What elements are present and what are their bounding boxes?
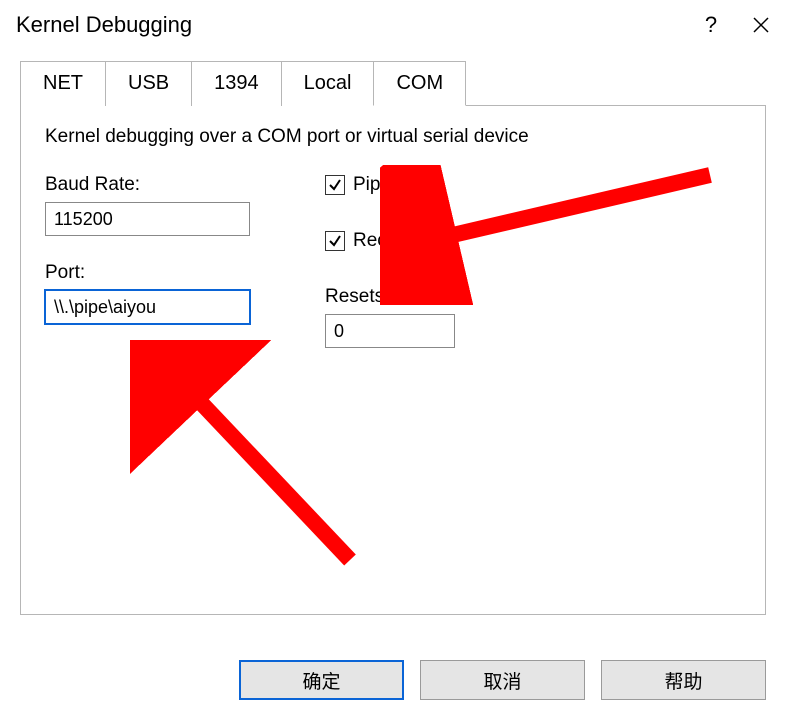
window-titlebar: Kernel Debugging ? <box>0 0 786 50</box>
tab-local[interactable]: Local <box>281 61 375 106</box>
pipe-checkbox[interactable] <box>325 175 345 195</box>
port-field: Port: <box>45 262 265 324</box>
port-label: Port: <box>45 262 265 284</box>
resets-field: Resets: <box>325 286 455 348</box>
tab-com[interactable]: COM <box>373 61 466 106</box>
panel-description: Kernel debugging over a COM port or virt… <box>45 126 741 148</box>
tab-usb[interactable]: USB <box>105 61 192 106</box>
baud-rate-label: Baud Rate: <box>45 174 265 196</box>
reconnect-checkbox[interactable] <box>325 231 345 251</box>
tab-net[interactable]: NET <box>20 61 106 106</box>
close-icon[interactable] <box>736 0 786 50</box>
right-column: Pipe Reconnect Resets: <box>325 174 455 374</box>
port-input[interactable] <box>45 290 250 324</box>
tab-1394[interactable]: 1394 <box>191 61 282 106</box>
resets-label: Resets: <box>325 286 455 308</box>
com-tab-panel: Kernel debugging over a COM port or virt… <box>20 105 766 615</box>
question-icon[interactable]: ? <box>686 0 736 50</box>
left-column: Baud Rate: Port: <box>45 174 265 374</box>
resets-input[interactable] <box>325 314 455 348</box>
reconnect-label: Reconnect <box>353 230 444 252</box>
pipe-label: Pipe <box>353 174 391 196</box>
dialog-content: NET USB 1394 Local COM Kernel debugging … <box>0 50 786 615</box>
form-columns: Baud Rate: Port: Pipe <box>45 174 741 374</box>
pipe-checkbox-row[interactable]: Pipe <box>325 174 455 196</box>
dialog-buttons: 确定 取消 帮助 <box>239 660 766 700</box>
tab-strip: NET USB 1394 Local COM <box>20 60 766 105</box>
ok-button[interactable]: 确定 <box>239 660 404 700</box>
baud-rate-input[interactable] <box>45 202 250 236</box>
reconnect-checkbox-row[interactable]: Reconnect <box>325 230 455 252</box>
baud-rate-field: Baud Rate: <box>45 174 265 236</box>
window-title: Kernel Debugging <box>16 12 686 38</box>
help-button[interactable]: 帮助 <box>601 660 766 700</box>
cancel-button[interactable]: 取消 <box>420 660 585 700</box>
